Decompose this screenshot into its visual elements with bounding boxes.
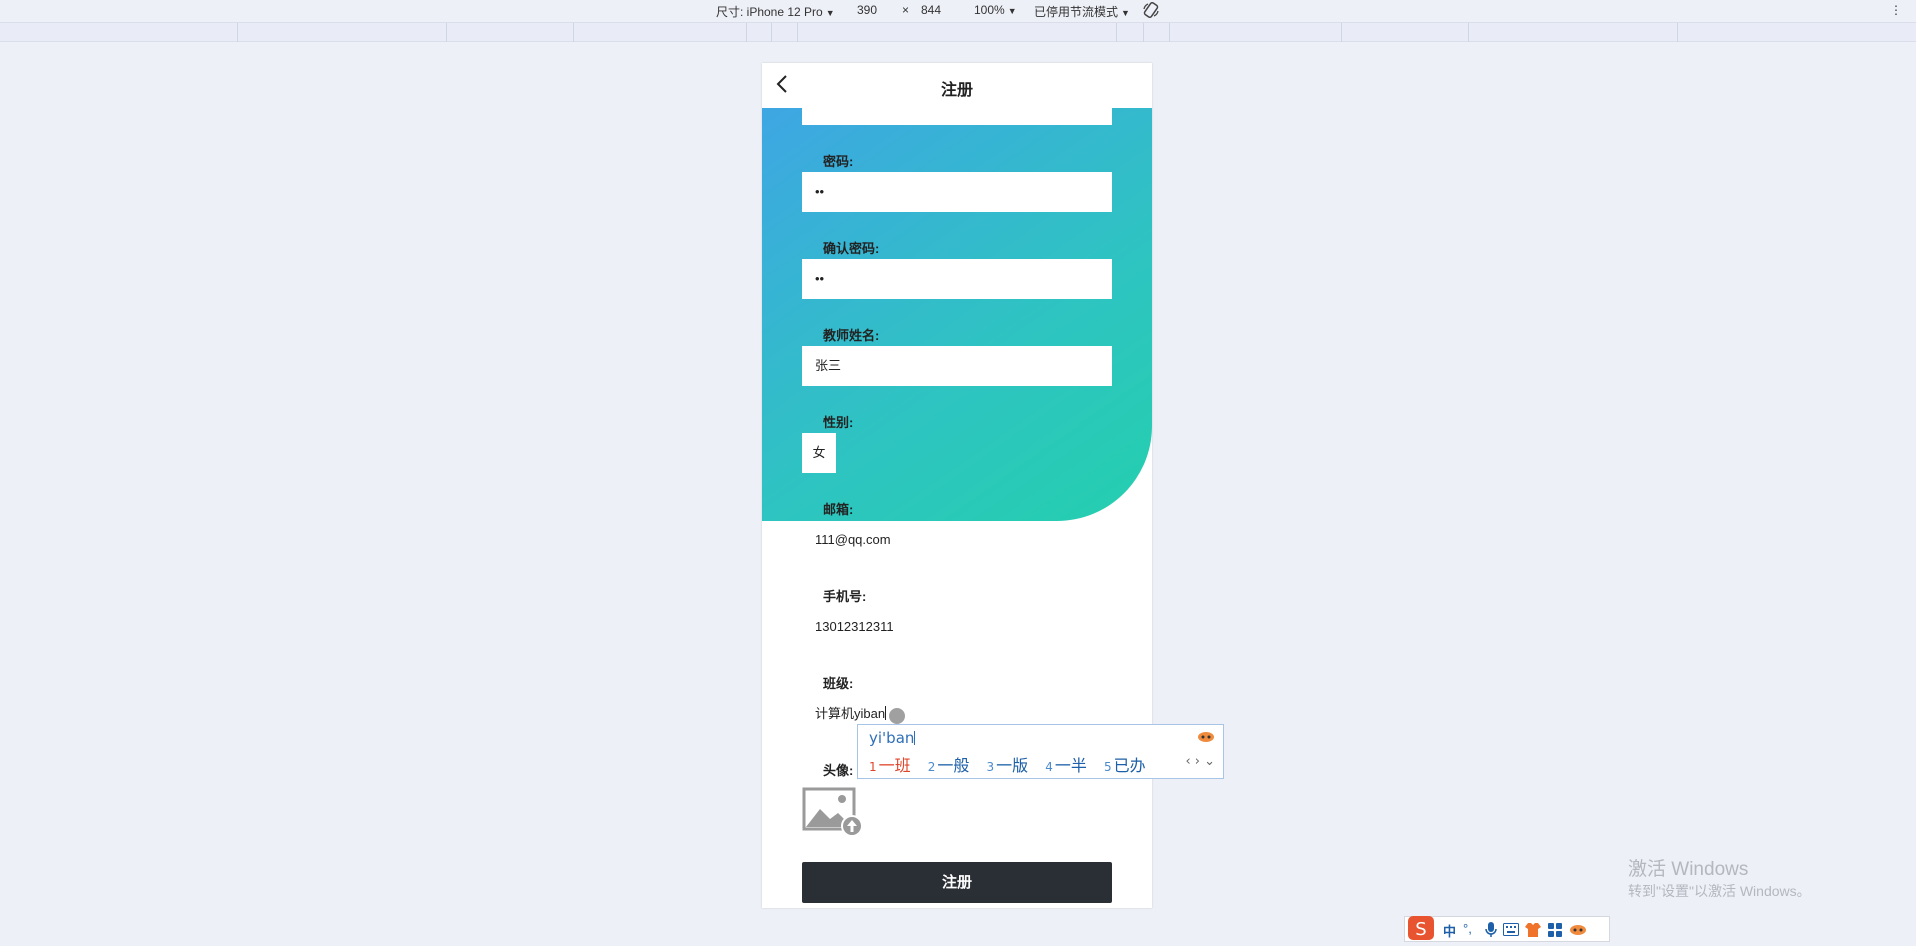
toolbox-icon[interactable] — [1547, 922, 1563, 938]
activation-watermark-subtitle: 转到"设置"以激活 Windows。 — [1628, 883, 1811, 899]
text-caret — [885, 706, 887, 720]
ime-candidate[interactable]: 1 一班 — [869, 756, 911, 775]
mascot-icon[interactable] — [1569, 922, 1589, 936]
zoom-label: 100% — [974, 3, 1005, 17]
ime-composition: yi'ban — [869, 729, 916, 747]
ime-candidate[interactable]: 5 已办 — [1104, 756, 1146, 775]
ime-composition-text: yi'ban — [869, 729, 915, 747]
ime-candidate[interactable]: 3 一版 — [987, 756, 1029, 775]
nav-bar: 注册 — [762, 63, 1152, 108]
image-upload-icon[interactable] — [802, 787, 864, 839]
device-viewport: 注册 密码: •• 确认密码: •• 教师姓名: 张三 性别: 女 邮箱: 11… — [762, 63, 1152, 908]
teacher-name-field[interactable]: 张三 — [802, 346, 1112, 386]
phone-field[interactable]: 13012312311 — [802, 607, 1112, 647]
class-value: 计算机yiban — [815, 706, 886, 721]
teacher-name-label: 教师姓名: — [823, 328, 880, 343]
svg-text:S: S — [1415, 919, 1426, 940]
skin-shirt-icon[interactable] — [1525, 922, 1541, 938]
ime-candidate[interactable]: 4 一半 — [1045, 756, 1087, 775]
sogou-skin-icon — [1198, 732, 1214, 742]
page-title: 注册 — [940, 82, 973, 99]
ime-candidates: 1 一班 2 一般 3 一版 4 一半 5 已办 — [869, 752, 1158, 776]
gender-label: 性别: — [823, 415, 854, 430]
email-label: 邮箱: — [823, 502, 854, 517]
confirm-password-field[interactable]: •• — [802, 259, 1112, 299]
ime-page-arrows[interactable]: ‹ › ⌄ — [1185, 754, 1215, 769]
ime-caret — [914, 731, 916, 745]
more-menu-icon[interactable]: ⋮ — [1890, 3, 1902, 17]
activation-watermark-title: 激活 Windows — [1628, 859, 1749, 880]
device-label: 尺寸: iPhone 12 Pro — [716, 5, 823, 19]
ime-candidate-window: yi'ban 1 一班 2 一般 3 一版 4 一半 5 已办 ‹ › ⌄ — [857, 724, 1224, 779]
confirm-password-label: 确认密码: — [823, 241, 880, 256]
gender-select[interactable]: 女 — [802, 433, 836, 473]
width-input[interactable]: 390 — [857, 3, 877, 17]
devtools-toolbar: 尺寸: iPhone 12 Pro ▼ 390 × 844 100% ▼ 已停用节流… — [0, 0, 1916, 22]
lang-mode-toggle[interactable]: 中 — [1443, 921, 1456, 940]
password-label: 密码: — [823, 154, 854, 169]
email-field[interactable]: 111@qq.com — [802, 520, 1112, 560]
password-field[interactable]: •• — [802, 172, 1112, 212]
sogou-logo-icon[interactable]: S — [1406, 914, 1436, 942]
device-select[interactable]: 尺寸: iPhone 12 Pro ▼ — [716, 3, 835, 20]
register-form: 密码: •• 确认密码: •• 教师姓名: 张三 性别: 女 邮箱: 111@q… — [762, 63, 1152, 908]
height-input[interactable]: 844 — [921, 3, 941, 17]
microphone-icon[interactable] — [1485, 922, 1497, 938]
class-label: 班级: — [823, 676, 854, 691]
keyboard-icon[interactable] — [1503, 923, 1519, 936]
register-button[interactable]: 注册 — [802, 862, 1112, 903]
times-sign: × — [902, 3, 910, 17]
ime-candidate[interactable]: 2 一般 — [928, 756, 970, 775]
avatar-label: 头像: — [823, 763, 854, 778]
rotate-icon[interactable] — [1142, 1, 1160, 22]
throttle-select[interactable]: 已停用节流模式 ▼ — [1034, 3, 1130, 20]
punctuation-toggle[interactable]: °, — [1463, 921, 1472, 936]
phone-label: 手机号: — [823, 589, 867, 604]
ime-toolbar: S 中 °, — [1404, 916, 1610, 942]
throttle-label: 已停用节流模式 — [1034, 5, 1119, 19]
zoom-select[interactable]: 100% ▼ — [974, 3, 1017, 17]
media-query-ruler — [0, 22, 1916, 42]
touch-cursor — [889, 708, 905, 724]
